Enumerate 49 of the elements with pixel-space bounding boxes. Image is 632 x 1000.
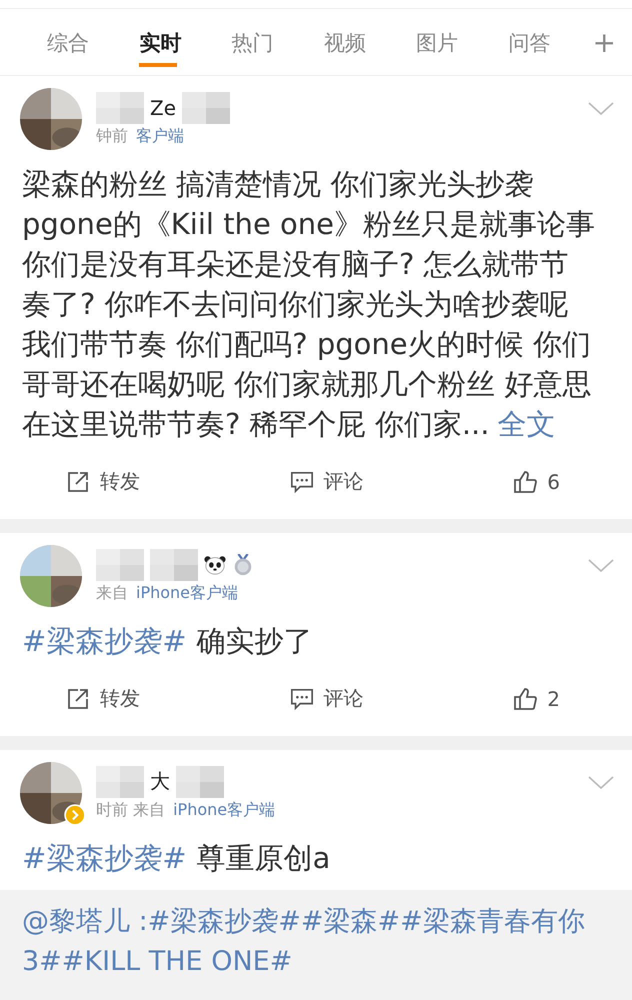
tab[interactable]: 综合 (35, 14, 128, 70)
like-button[interactable]: 6 (513, 464, 560, 499)
post-time: 来自 (96, 582, 128, 604)
tab[interactable]: 热门 (220, 14, 312, 70)
chevron-down-icon[interactable] (588, 559, 614, 573)
comment-icon (290, 470, 314, 494)
hashtag-link[interactable]: #梁森抄袭# (22, 624, 187, 658)
post-text: 你们是没有耳朵还是没有脑子? 怎么就带节 (22, 247, 569, 281)
post-text: 哥哥还在喝奶呢 你们家就那几个粉丝 好意思 (22, 367, 592, 401)
user-name[interactable]: 大 (150, 768, 170, 795)
comment-button[interactable]: 评论 (290, 681, 364, 716)
reposted-text[interactable]: @黎塔儿 :#梁森抄袭##梁森##梁森青春有你3##KILL THE ONE# (22, 902, 618, 982)
full-text-link[interactable]: 全文 (497, 407, 556, 441)
source-link[interactable]: iPhone客户端 (173, 800, 276, 820)
thumbs-up-icon (513, 686, 538, 710)
post-text: 确实抄了 (196, 624, 313, 658)
thumbs-up-icon (513, 470, 538, 494)
pixelated-name-drawing (176, 766, 224, 798)
tab[interactable]: 问答 (496, 14, 588, 70)
share-icon (66, 470, 90, 494)
pixelated-name-drawing (182, 92, 230, 124)
comment-icon (290, 686, 314, 710)
chevron-down-icon[interactable] (588, 102, 614, 116)
user-name[interactable]: Ze (150, 96, 176, 120)
post-text: 在这里说带节奏? 稀罕个屁 你们家... (22, 407, 490, 441)
pixelated-name-drawing (150, 548, 198, 580)
post-time: 钟前 (96, 126, 128, 146)
like-button[interactable]: 2 (513, 681, 560, 716)
post-text: 梁森的粉丝 搞清楚情况 你们家光头抄袭 (22, 167, 534, 201)
source-link[interactable]: 客户端 (136, 126, 184, 146)
comment-button[interactable]: 评论 (290, 464, 364, 499)
tab[interactable]: 图片 (404, 14, 496, 70)
tab[interactable]: 视频 (312, 14, 404, 70)
share-icon (66, 686, 90, 710)
medal-icon (232, 554, 254, 576)
pixelated-name-drawing (96, 766, 144, 798)
pixelated-name-drawing (96, 548, 144, 580)
chevron-down-icon[interactable] (588, 776, 614, 790)
repost-button[interactable]: 转发 (66, 681, 140, 716)
post-text: 我们带节奏 你们配吗? pgone火的时候 你们 (22, 327, 591, 361)
post-time: 时前 来自 (96, 800, 166, 820)
hashtag-link[interactable]: #梁森抄袭# (22, 841, 187, 875)
post-text: pgone的《Kiil the one》粉丝只是就事论事 (22, 207, 595, 241)
add-tab-button[interactable]: + (588, 26, 620, 58)
pixelated-name-drawing (96, 92, 144, 124)
repost-button[interactable]: 转发 (66, 464, 140, 499)
post-text: 尊重原创a (196, 841, 330, 875)
source-link[interactable]: iPhone客户端 (136, 582, 238, 604)
post-text: 奏了? 你咋不去问问你们家光头为啥抄袭呢 (22, 287, 569, 321)
